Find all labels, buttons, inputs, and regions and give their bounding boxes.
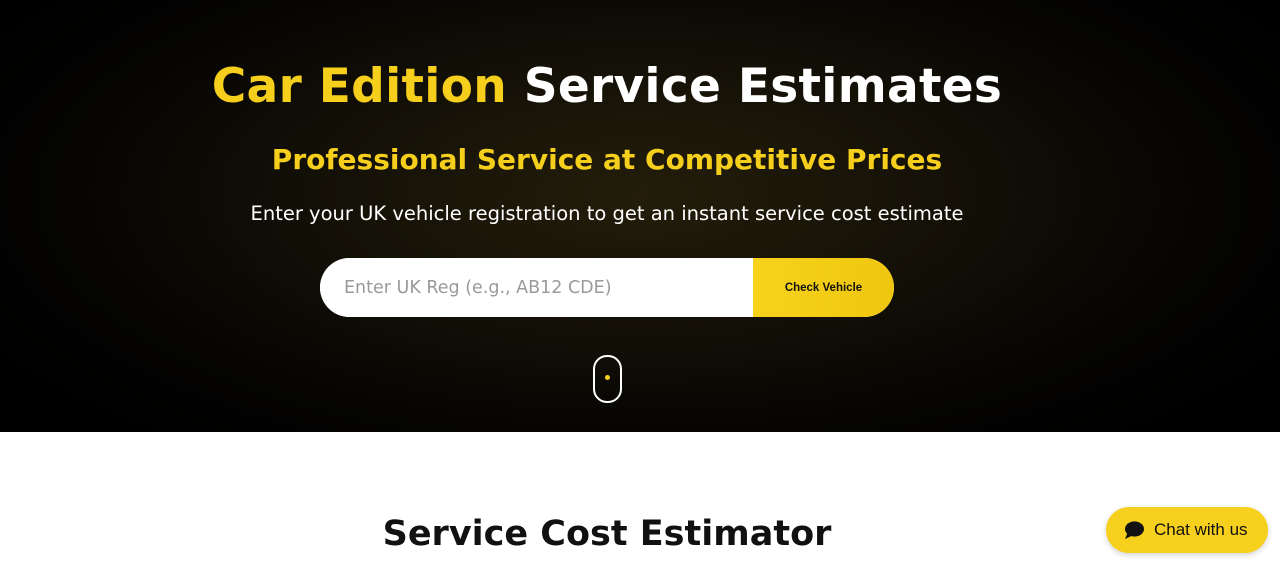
chat-label: Chat with us xyxy=(1154,520,1248,539)
chat-with-us-button[interactable]: Chat with us xyxy=(1106,507,1268,553)
section-title: Service Cost Estimator xyxy=(382,514,832,554)
scroll-dot xyxy=(605,375,610,380)
title-accent: Car Edition xyxy=(211,59,508,114)
registration-input[interactable] xyxy=(320,258,753,317)
page-title: Car Edition Service Estimates xyxy=(0,56,1214,118)
mouse-scroll-icon[interactable] xyxy=(593,355,622,403)
registration-form: Check Vehicle xyxy=(320,258,894,317)
chat-bubble-icon xyxy=(1123,520,1145,540)
check-vehicle-button[interactable]: Check Vehicle xyxy=(753,258,894,317)
title-rest: Service Estimates xyxy=(523,59,1003,114)
hero-banner: Car Edition Service Estimates Profession… xyxy=(0,0,1280,432)
hero-description: Enter your UK vehicle registration to ge… xyxy=(250,202,964,225)
hero-subtitle: Professional Service at Competitive Pric… xyxy=(271,143,943,176)
